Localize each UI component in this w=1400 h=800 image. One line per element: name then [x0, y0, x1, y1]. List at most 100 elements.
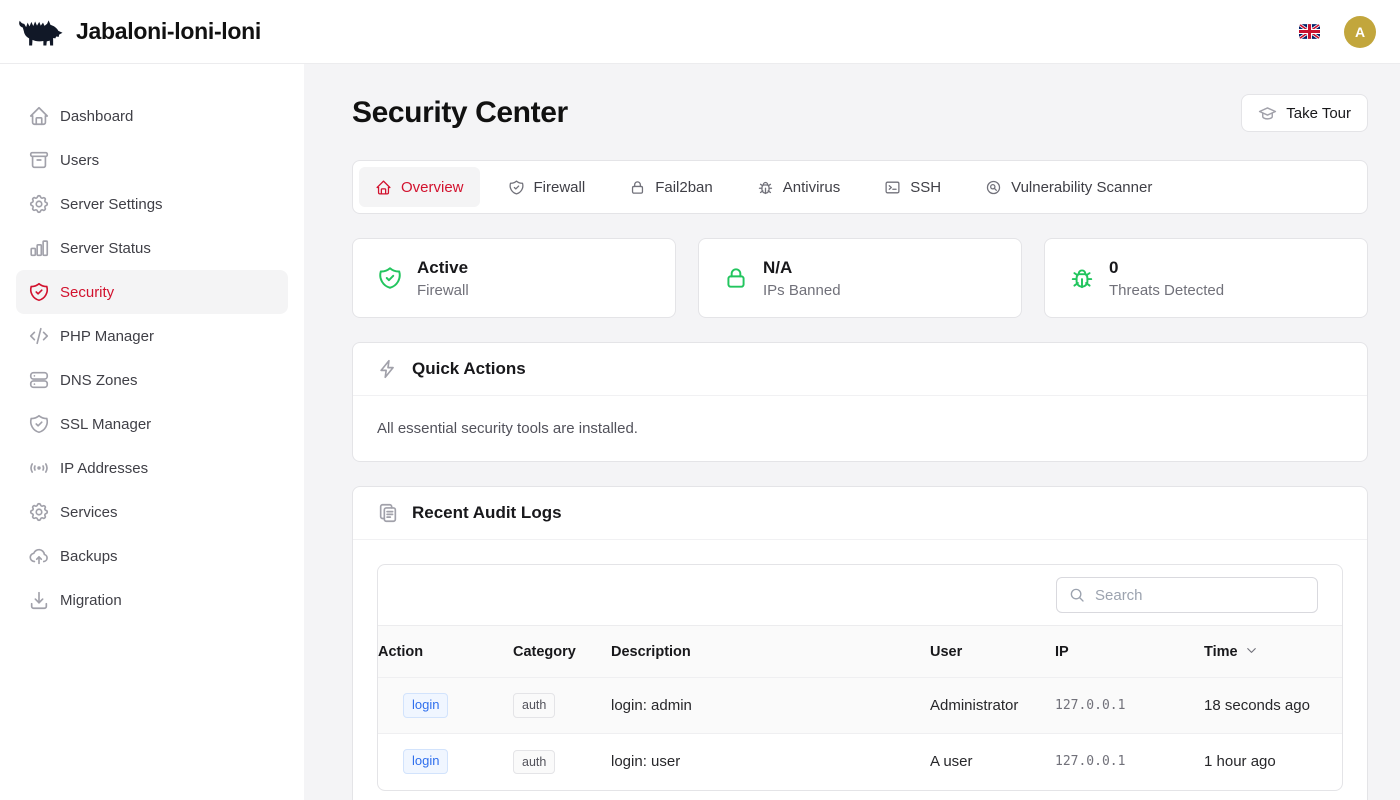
audit-logs-table: Action Category Description User IP [377, 564, 1343, 791]
search-circle-icon [985, 179, 1002, 196]
security-tabbar: Overview Firewall Fail2ban Antivirus [352, 160, 1368, 214]
status-card: 0 Threats Detected [1044, 238, 1368, 318]
avatar[interactable]: A [1344, 16, 1376, 48]
status-value: N/A [763, 258, 841, 278]
tab-label: Vulnerability Scanner [1011, 179, 1152, 196]
settings-icon [28, 501, 50, 523]
column-header-ip[interactable]: IP [1055, 626, 1204, 678]
sidebar-item-users[interactable]: Users [16, 138, 288, 182]
bug-icon [1069, 265, 1095, 291]
sidebar-item-ip-addresses[interactable]: IP Addresses [16, 446, 288, 490]
take-tour-button[interactable]: Take Tour [1241, 94, 1368, 132]
sidebar-item-migration[interactable]: Migration [16, 578, 288, 622]
app-title: Jabaloni-loni-loni [76, 18, 261, 45]
sidebar-item-label: Server Settings [60, 196, 163, 213]
sidebar-item-label: Migration [60, 592, 122, 609]
sidebar-item-label: Security [60, 284, 114, 301]
column-header-description[interactable]: Description [611, 626, 930, 678]
sidebar-item-label: Server Status [60, 240, 151, 257]
category-badge: auth [513, 750, 555, 774]
sidebar-item-label: Services [60, 504, 118, 521]
quick-actions-message: All essential security tools are install… [377, 420, 1343, 437]
quick-actions-panel: Quick Actions All essential security too… [352, 342, 1368, 462]
sidebar-item-label: IP Addresses [60, 460, 148, 477]
status-label: Threats Detected [1109, 282, 1224, 299]
shield-check-icon [508, 179, 525, 196]
status-value: Active [417, 258, 469, 278]
broadcast-icon [28, 457, 50, 479]
column-header-category[interactable]: Category [513, 626, 611, 678]
boar-logo-icon [16, 14, 64, 50]
table-row: login auth login: admin Administrator 12… [378, 678, 1342, 734]
tab-label: SSH [910, 179, 941, 196]
log-description: login: user [611, 734, 930, 790]
log-ip: 127.0.0.1 [1055, 678, 1204, 734]
log-user: A user [930, 734, 1055, 790]
search-input[interactable] [1095, 587, 1306, 604]
column-header-time[interactable]: Time [1204, 626, 1342, 678]
sidebar-item-label: Users [60, 152, 99, 169]
terminal-icon [884, 179, 901, 196]
audit-logs-panel: Recent Audit Logs [352, 486, 1368, 800]
server-icon [28, 369, 50, 391]
sidebar-item-label: Dashboard [60, 108, 133, 125]
action-badge[interactable]: login [403, 693, 448, 718]
sidebar-item-label: Backups [60, 548, 118, 565]
tab-label: Fail2ban [655, 179, 713, 196]
quick-actions-title: Quick Actions [412, 359, 526, 379]
tab-antivirus[interactable]: Antivirus [741, 167, 857, 207]
sidebar-item-dns-zones[interactable]: DNS Zones [16, 358, 288, 402]
shield-check-icon [28, 281, 50, 303]
log-user: Administrator [930, 678, 1055, 734]
tab-ssh[interactable]: SSH [868, 167, 957, 207]
search-icon [1068, 586, 1086, 604]
search-box [1056, 577, 1318, 613]
lock-icon [629, 179, 646, 196]
app-header: Jabaloni-loni-loni A [0, 0, 1400, 64]
status-label: Firewall [417, 282, 469, 299]
sidebar-item-services[interactable]: Services [16, 490, 288, 534]
lock-icon [723, 265, 749, 291]
lightning-icon [377, 358, 399, 380]
sidebar-item-backups[interactable]: Backups [16, 534, 288, 578]
log-ip: 127.0.0.1 [1055, 734, 1204, 790]
action-badge[interactable]: login [403, 749, 448, 774]
sidebar-item-dashboard[interactable]: Dashboard [16, 94, 288, 138]
tab-label: Antivirus [783, 179, 841, 196]
home-icon [375, 179, 392, 196]
clipboard-icon [377, 502, 399, 524]
sidebar-item-php-manager[interactable]: PHP Manager [16, 314, 288, 358]
log-description: login: admin [611, 678, 930, 734]
sidebar-item-label: SSL Manager [60, 416, 151, 433]
column-header-user[interactable]: User [930, 626, 1055, 678]
home-icon [28, 105, 50, 127]
uk-flag-icon[interactable] [1299, 24, 1320, 39]
sidebar-item-server-settings[interactable]: Server Settings [16, 182, 288, 226]
bug-icon [757, 179, 774, 196]
sidebar-item-ssl-manager[interactable]: SSL Manager [16, 402, 288, 446]
take-tour-label: Take Tour [1286, 105, 1351, 122]
sidebar-item-server-status[interactable]: Server Status [16, 226, 288, 270]
settings-icon [28, 193, 50, 215]
status-label: IPs Banned [763, 282, 841, 299]
download-icon [28, 589, 50, 611]
tab-fail2ban[interactable]: Fail2ban [613, 167, 729, 207]
table-row: login auth login: user A user 127.0.0.1 … [378, 734, 1342, 790]
main-content: Security Center Take Tour Overview Firew… [304, 64, 1400, 800]
graduation-cap-icon [1258, 104, 1277, 123]
sidebar-item-security[interactable]: Security [16, 270, 288, 314]
category-badge: auth [513, 693, 555, 717]
tab-vulnerability-scanner[interactable]: Vulnerability Scanner [969, 167, 1168, 207]
log-time: 18 seconds ago [1204, 678, 1342, 734]
tab-overview[interactable]: Overview [359, 167, 480, 207]
chevron-down-icon[interactable] [1244, 643, 1259, 658]
status-value: 0 [1109, 258, 1224, 278]
sidebar: Dashboard Users Server Settings Server S… [0, 64, 304, 800]
shield-check-icon [28, 413, 50, 435]
status-card: N/A IPs Banned [698, 238, 1022, 318]
sidebar-item-label: PHP Manager [60, 328, 154, 345]
sidebar-item-label: DNS Zones [60, 372, 138, 389]
column-header-action[interactable]: Action [378, 626, 513, 678]
chart-bar-icon [28, 237, 50, 259]
tab-firewall[interactable]: Firewall [492, 167, 602, 207]
